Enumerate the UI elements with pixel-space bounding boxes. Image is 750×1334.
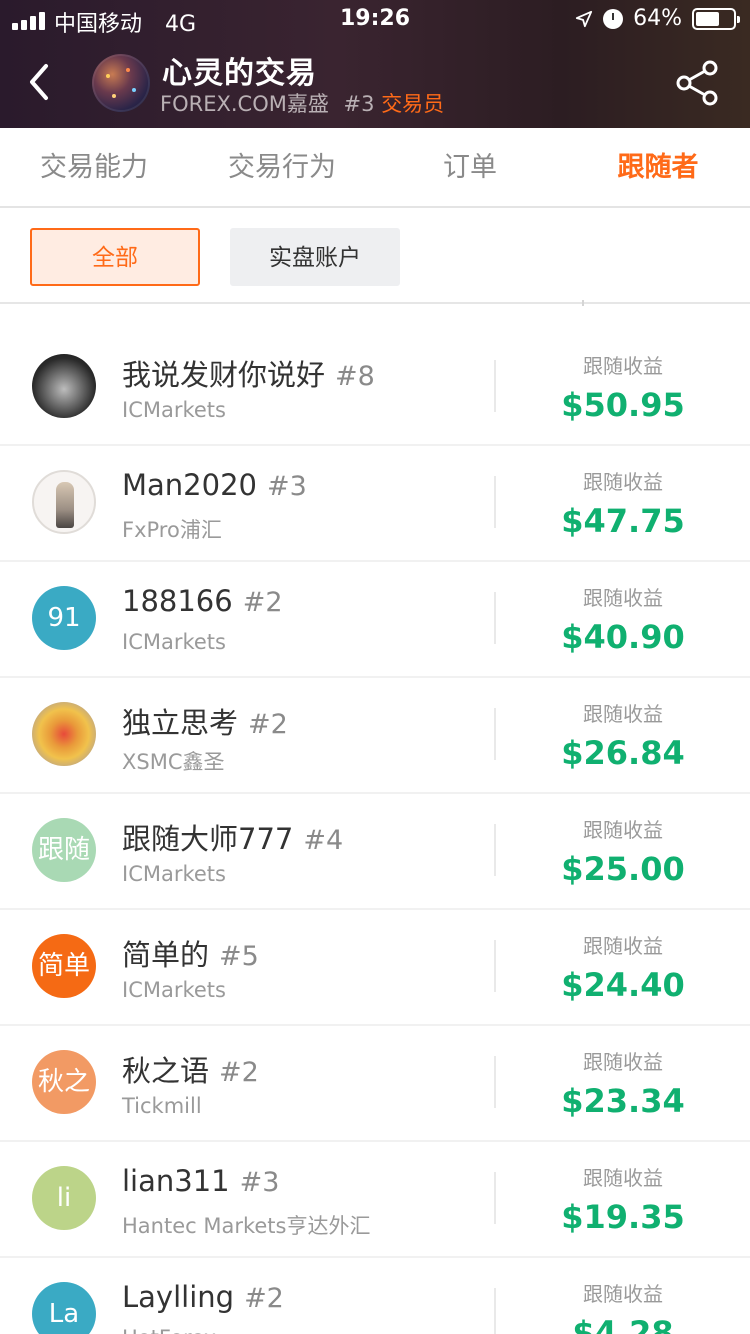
profit-label: 跟随收益 [583,1166,663,1190]
profit-value: $50.95 [561,386,685,424]
tab-followers[interactable]: 跟随者 [564,128,750,208]
follower-name: 跟随大师777 [122,822,294,856]
divider [494,476,496,528]
divider [582,300,584,306]
follower-rank: #2 [244,1283,284,1314]
battery-percent: 64% [633,6,682,31]
follower-broker: ICMarkets [122,862,226,886]
app-header: 中国移动 4G 19:26 64% 心灵的交易 FOREX.COM嘉盛 #3 交… [0,0,750,128]
list-item[interactable]: La Laylling #2 HotForex 跟随收益 $4.28 [0,1258,750,1334]
follower-broker: ICMarkets [122,630,226,654]
divider [494,1172,496,1224]
avatar: La [32,1282,96,1334]
follower-rank: #2 [248,709,288,740]
profit-label: 跟随收益 [583,470,663,494]
follower-rank: #5 [219,941,259,972]
follower-name: 独立思考 [122,706,239,740]
trader-role: 交易员 [381,92,445,116]
list-item[interactable]: 我说发财你说好 #8 ICMarkets 跟随收益 $50.95 [0,330,750,446]
follower-name: Laylling [122,1280,235,1314]
follower-rank: #8 [335,361,375,392]
profit-label: 跟随收益 [583,934,663,958]
list-item[interactable]: 简单 简单的 #5 ICMarkets 跟随收益 $24.40 [0,910,750,1026]
divider [494,940,496,992]
battery-icon [692,7,740,30]
profit-value: $40.90 [561,618,685,656]
avatar [32,702,96,766]
follower-rank: #2 [219,1057,259,1088]
profit-label: 跟随收益 [583,1050,663,1074]
trader-subtitle: FOREX.COM嘉盛 #3 交易员 [160,88,444,118]
follower-broker: ICMarkets [122,978,226,1002]
avatar: li [32,1166,96,1230]
filter-all-button[interactable]: 全部 [30,228,200,286]
follower-name: 秋之语 [122,1054,210,1088]
trader-broker: FOREX.COM嘉盛 [160,92,329,116]
profit-label: 跟随收益 [583,1282,663,1306]
avatar: 跟随 [32,818,96,882]
list-item[interactable]: 秋之 秋之语 #2 Tickmill 跟随收益 $23.34 [0,1026,750,1142]
profit-value: $25.00 [561,850,685,888]
follower-name: Man2020 [122,468,257,502]
follower-name: 我说发财你说好 [122,358,326,392]
trader-rank: #3 [343,92,375,116]
divider [494,708,496,760]
follower-name: 188166 [122,584,233,618]
follower-rank: #2 [242,587,283,618]
alarm-icon [603,8,624,29]
follower-rank: #4 [303,825,344,856]
profit-label: 跟随收益 [583,818,663,842]
list-item[interactable]: 91 188166 #2 ICMarkets 跟随收益 $40.90 [0,562,750,678]
page-title: 心灵的交易 [162,56,317,91]
avatar [32,354,96,418]
follower-name: lian311 [122,1164,230,1198]
profit-label: 跟随收益 [583,354,663,378]
tab-bar: 交易能力 交易行为 订单 跟随者 [0,128,750,208]
trader-avatar [92,54,150,112]
location-arrow-icon [575,10,593,27]
filter-bar: 全部 实盘账户 [0,208,750,304]
status-bar: 中国移动 4G 19:26 64% [0,0,750,40]
divider [494,592,496,644]
list-item[interactable]: li lian311 #3 Hantec Markets亨达外汇 跟随收益 $19… [0,1142,750,1258]
profit-value: $19.35 [561,1198,685,1236]
tab-trading-ability[interactable]: 交易能力 [0,128,188,208]
follower-broker: Tickmill [122,1094,202,1118]
profit-value: $26.84 [561,734,685,772]
divider [494,824,496,876]
chevron-left-icon[interactable] [22,60,58,104]
follower-rank: #3 [266,471,307,502]
filter-live-account-button[interactable]: 实盘账户 [230,228,400,286]
follower-broker: Hantec Markets亨达外汇 [122,1214,371,1238]
list-item[interactable]: 独立思考 #2 XSMC鑫圣 跟随收益 $26.84 [0,678,750,794]
battery-level [696,11,720,26]
profit-label: 跟随收益 [583,702,663,726]
profit-value: $4.28 [572,1314,674,1334]
follower-broker: ICMarkets [122,398,226,422]
profit-value: $47.75 [561,502,685,540]
tab-trading-behavior[interactable]: 交易行为 [188,128,376,208]
profit-label: 跟随收益 [583,586,663,610]
follower-broker: XSMC鑫圣 [122,750,225,774]
avatar: 91 [32,586,96,650]
divider [494,1288,496,1334]
avatar [32,470,96,534]
list-item[interactable]: 跟随 跟随大师777 #4 ICMarkets 跟随收益 $25.00 [0,794,750,910]
share-icon[interactable] [672,58,722,108]
tab-orders[interactable]: 订单 [376,128,564,208]
follower-broker: HotForex [122,1326,216,1334]
profit-value: $23.34 [561,1082,685,1120]
divider [494,360,496,412]
profit-value: $24.40 [561,966,685,1004]
avatar: 简单 [32,934,96,998]
avatar: 秋之 [32,1050,96,1114]
follower-rank: #3 [239,1167,280,1198]
divider [494,1056,496,1108]
follower-name: 简单的 [122,938,210,972]
list-item[interactable]: Man2020 #3 FxPro浦汇 跟随收益 $47.75 [0,446,750,562]
follower-broker: FxPro浦汇 [122,518,222,542]
